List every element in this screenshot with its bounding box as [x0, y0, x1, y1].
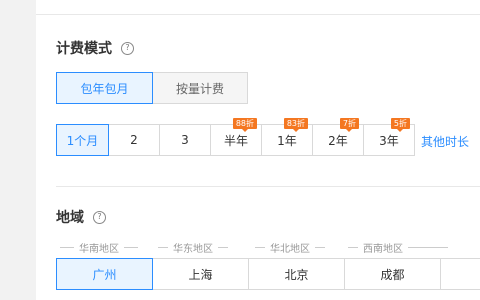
discount-badge: 83折: [283, 118, 308, 132]
region-group-label: 华南地区: [79, 244, 119, 255]
help-icon[interactable]: ?: [93, 210, 106, 224]
duration-2-years[interactable]: 2年 7折: [312, 118, 364, 156]
duration-selector: 1个月 2 3 半年 88折 1年 83折 2年 7折 3年 5折: [56, 118, 415, 156]
duration-3-months[interactable]: 3: [159, 124, 211, 156]
city-guangzhou-button[interactable]: 广州: [56, 258, 153, 290]
city-shanghai-button[interactable]: 上海: [152, 258, 249, 290]
region-group-label: 西南地区: [363, 244, 403, 255]
billing-title: 计费模式: [56, 41, 112, 57]
city-chengdu-button[interactable]: 成都: [344, 258, 441, 290]
help-icon[interactable]: ?: [121, 41, 134, 55]
region-group-southwest: 西南地区: [348, 240, 448, 255]
region-group-east: 华东地区: [158, 240, 228, 255]
duration-label: 3: [181, 133, 189, 147]
discount-badge: 88折: [232, 118, 257, 132]
region-section-title: 地域 ?: [56, 207, 106, 227]
duration-label: 2: [130, 133, 138, 147]
billing-section-title: 计费模式 ?: [56, 38, 134, 58]
other-duration-link[interactable]: 其他时长: [421, 133, 469, 150]
region-title: 地域: [56, 210, 84, 226]
discount-badge: 5折: [390, 118, 410, 132]
city-chongqing-button[interactable]: 重: [440, 258, 480, 290]
duration-label: 半年: [223, 133, 248, 148]
mode-prepaid-button[interactable]: 包年包月: [56, 72, 153, 104]
duration-label: 2年: [328, 133, 348, 148]
region-city-selector: 广州 上海 北京 成都 重: [56, 258, 480, 290]
config-panel: 计费模式 ? 包年包月 按量计费 1个月 2 3 半年 88折 1年 83折 2…: [36, 0, 480, 300]
duration-label: 3年: [379, 133, 399, 148]
region-group-label: 华北地区: [270, 244, 310, 255]
mode-pay-as-you-go-button[interactable]: 按量计费: [152, 72, 248, 104]
duration-2-months[interactable]: 2: [108, 124, 160, 156]
duration-half-year[interactable]: 半年 88折: [210, 118, 262, 156]
duration-1-year[interactable]: 1年 83折: [261, 118, 313, 156]
duration-label: 1年: [277, 133, 297, 148]
region-group-north: 华北地区: [255, 240, 325, 255]
duration-label: 1个月: [66, 133, 99, 148]
top-divider: [36, 14, 480, 15]
region-group-label: 华东地区: [173, 244, 213, 255]
duration-1-month[interactable]: 1个月: [56, 124, 109, 156]
section-divider: [56, 186, 480, 187]
billing-mode-selector: 包年包月 按量计费: [56, 72, 248, 104]
duration-3-years[interactable]: 3年 5折: [363, 118, 415, 156]
city-beijing-button[interactable]: 北京: [248, 258, 345, 290]
discount-badge: 7折: [339, 118, 359, 132]
region-group-south: 华南地区: [60, 240, 138, 255]
